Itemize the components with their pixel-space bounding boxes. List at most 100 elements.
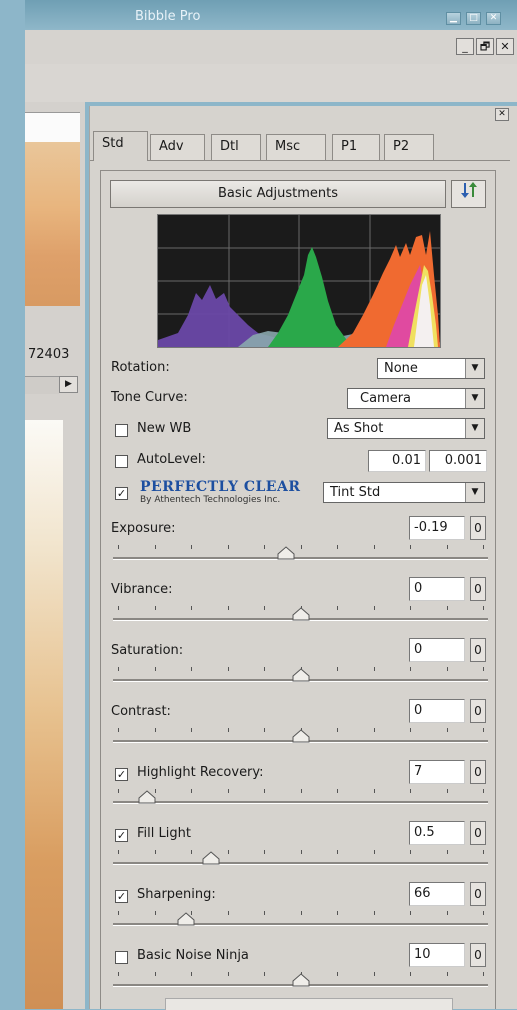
maximize-icon[interactable]: □ [466,12,481,25]
slider-tick [227,789,229,793]
slider-track[interactable] [113,557,488,560]
slider-value-input[interactable]: 0 [409,577,465,601]
chevron-down-icon[interactable]: ▼ [465,419,484,438]
slider-reset-button[interactable]: 0 [470,638,486,662]
arrows-icon [460,182,477,198]
slider-track[interactable] [113,923,488,926]
slider-tick [300,789,302,793]
slider-checkbox[interactable]: ✓ [115,768,128,781]
slider-tick [227,606,229,610]
slider-value-input[interactable]: -0.19 [409,516,465,540]
slider-reset-button[interactable]: 0 [470,821,486,845]
slider-reset-button[interactable]: 0 [470,516,486,540]
tab-std[interactable]: Std [93,131,148,161]
slider-tick [410,728,411,732]
slider-value-input[interactable]: 0 [409,638,465,662]
minimize-icon[interactable]: ▁ [446,12,461,25]
slider-checkbox[interactable]: ✓ [115,829,128,842]
slider-reset-button[interactable]: 0 [470,943,486,967]
panel-close-icon[interactable]: ✕ [495,108,509,121]
slider-value-input[interactable]: 0 [409,699,465,723]
slider-tick [483,545,484,549]
chevron-down-icon[interactable]: ▼ [465,389,484,408]
tab-dtl[interactable]: Dtl [211,134,261,160]
slider-tick [300,850,302,854]
mdi-minimize-icon[interactable]: _ [456,38,474,55]
slider-tick [373,850,375,854]
rotation-value: None [384,361,418,376]
slider-thumb[interactable] [292,668,310,682]
slider-thumb[interactable] [292,973,310,987]
slider-reset-button[interactable]: 0 [470,760,486,784]
tone-curve-select[interactable]: Camera ▼ [347,388,485,409]
rotation-select[interactable]: None ▼ [377,358,485,379]
perfectly-clear-checkbox[interactable]: ✓ [115,487,128,500]
slider-tick [337,789,338,793]
preview-image[interactable] [25,420,63,1009]
slider-reset-button[interactable]: 0 [470,577,486,601]
slider-thumb[interactable] [138,790,156,804]
tab-p1[interactable]: P1 [332,134,380,160]
slider-tick [373,667,375,671]
title-bar [25,0,517,30]
slider-track[interactable] [113,862,488,865]
slider-tick [191,789,192,793]
slider-reset-button[interactable]: 0 [470,699,486,723]
histogram-graph [158,215,440,347]
slider-label: Sharpening: [137,887,216,902]
white-balance-select[interactable]: As Shot ▼ [327,418,485,439]
slider-tick [373,789,375,793]
chevron-down-icon[interactable]: ▼ [465,359,484,378]
slider-track[interactable] [113,801,488,804]
close-icon[interactable]: ✕ [486,12,501,25]
chevron-down-icon[interactable]: ▼ [465,483,484,502]
tab-p2[interactable]: P2 [384,134,434,160]
mdi-close-icon[interactable]: ✕ [496,38,514,55]
slider-tick [410,545,411,549]
slider-tick [227,667,229,671]
histogram [157,214,441,348]
slider-thumb[interactable] [292,729,310,743]
scroll-right-icon[interactable]: ▶ [59,376,78,393]
slider-value-input[interactable]: 66 [409,882,465,906]
slider-value-input[interactable]: 0.5 [409,821,465,845]
new-wb-label: New WB [137,421,192,436]
slider-thumb[interactable] [177,912,195,926]
autolevel-high-input[interactable]: 0.001 [429,450,487,472]
slider-value-input[interactable]: 10 [409,943,465,967]
slider-tick [191,545,192,549]
slider-tick [410,972,411,976]
slider-tick [264,789,265,793]
perfectly-clear-logo: PERFECTLY CLEAR [140,479,301,495]
slider-tick [154,545,156,549]
slider-tick [446,911,448,915]
thumbnail-image[interactable] [25,142,80,306]
slider-tick [264,728,265,732]
tab-divider [90,160,510,161]
slider-tick [118,545,119,549]
slider-value-input[interactable]: 7 [409,760,465,784]
slider-label: Basic Noise Ninja [137,948,249,963]
tab-adv[interactable]: Adv [150,134,205,160]
slider-tick [154,728,156,732]
slider-thumb[interactable] [292,607,310,621]
slider-reset-button[interactable]: 0 [470,882,486,906]
autolevel-low-input[interactable]: 0.01 [368,450,426,472]
slider-tick [483,972,484,976]
slider-checkbox[interactable]: ✓ [115,890,128,903]
new-wb-checkbox[interactable] [115,424,128,437]
slider-tick [373,911,375,915]
slider-checkbox[interactable] [115,951,128,964]
slider-thumb[interactable] [202,851,220,865]
tab-msc[interactable]: Msc [266,134,326,160]
slider-thumb[interactable] [277,546,295,560]
horizontal-scrollbar[interactable] [25,376,59,394]
autolevel-checkbox[interactable] [115,455,128,468]
section-header[interactable]: Basic Adjustments [110,180,446,208]
perfectly-clear-value: Tint Std [330,485,381,500]
perfectly-clear-select[interactable]: Tint Std ▼ [323,482,485,503]
slider-tick [410,667,411,671]
section-toggle-button[interactable] [451,180,486,208]
slider-tick [373,728,375,732]
mdi-restore-icon[interactable]: 🗗 [476,38,494,55]
